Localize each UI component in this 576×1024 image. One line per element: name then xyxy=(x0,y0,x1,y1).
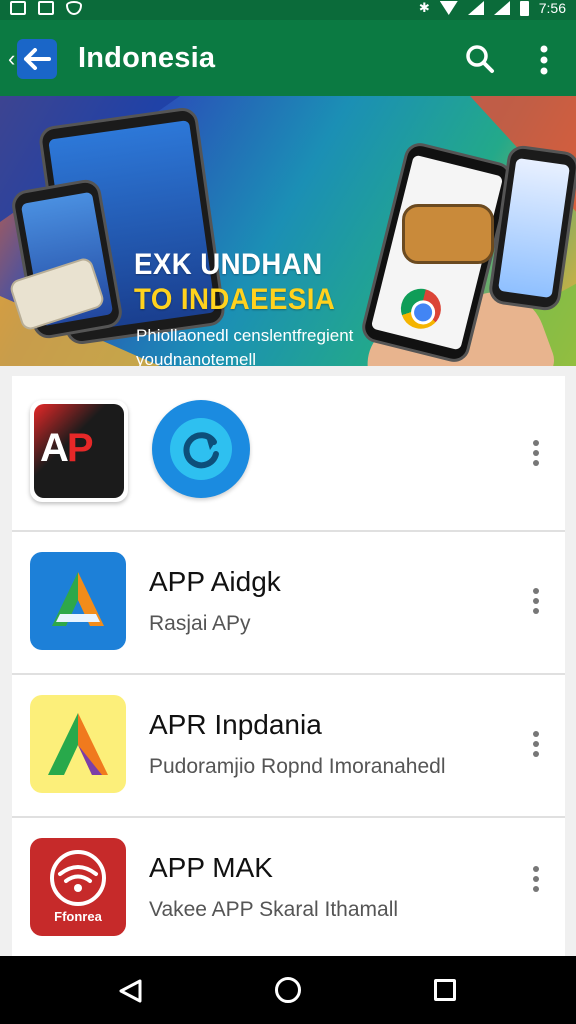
system-nav-bar xyxy=(0,956,576,1024)
search-button[interactable] xyxy=(462,42,498,78)
back-arrow-icon xyxy=(17,39,58,79)
nav-back-icon xyxy=(119,979,142,1003)
a-logo-blue-icon xyxy=(30,552,126,650)
item-menu-button[interactable] xyxy=(526,436,546,470)
chrome-logo-icon xyxy=(396,284,446,334)
wifi-icon xyxy=(439,1,458,15)
chevron-left-icon: ‹ xyxy=(8,46,16,71)
system-status: ✱ 7:56 xyxy=(419,0,566,16)
banner-subtitle: Phiollaonedl censlentfregient xyxy=(136,326,354,345)
signal-2-icon xyxy=(493,1,510,15)
wifi-logo-icon: Ffonrea xyxy=(30,838,126,936)
search-icon xyxy=(466,45,494,73)
item-menu-button[interactable] xyxy=(526,862,546,896)
promo-banner[interactable]: EXK UNDHAN TO INDAEESIA Phiollaonedl cen… xyxy=(0,96,576,366)
file-notification-icon xyxy=(38,1,54,15)
status-bar: ✱ 7:56 xyxy=(0,0,576,20)
nav-back-button[interactable] xyxy=(116,978,144,1004)
overflow-menu-button[interactable] xyxy=(530,42,558,78)
a-logo-yellow-icon xyxy=(30,695,126,793)
page-title: Indonesia xyxy=(78,42,216,74)
list-item[interactable]: Ffonrea APP MAK Vakee APP Skaral Ithamal… xyxy=(12,818,565,956)
app-bar: ‹ Indonesia xyxy=(0,20,576,96)
banner-subtitle-2: youdnanotemell xyxy=(136,350,257,366)
banner-headline-2: TO INDAEESIA xyxy=(134,283,336,316)
camera-illustration xyxy=(402,204,494,264)
back-button[interactable]: ‹ xyxy=(8,38,62,80)
item-menu-button[interactable] xyxy=(526,584,546,618)
app-subtitle: Vakee APP Skaral Ithamall xyxy=(149,898,399,921)
battery-icon xyxy=(519,0,529,16)
app-title: APR Inpdania xyxy=(149,709,322,740)
sync-icon[interactable] xyxy=(152,400,250,498)
app-title: APP MAK xyxy=(149,852,273,883)
notification-icons xyxy=(10,1,82,15)
list-item[interactable]: AP xyxy=(12,376,565,532)
list-item[interactable]: APP Aidgk Rasjai APy xyxy=(12,532,565,675)
bluetooth-icon: ✱ xyxy=(418,0,430,15)
app-subtitle: Rasjai APy xyxy=(149,612,251,635)
app-subtitle: Pudoramjio Ropnd Imoranahedl xyxy=(149,755,446,778)
gallery-notification-icon xyxy=(10,1,26,15)
nav-recent-icon[interactable] xyxy=(434,979,456,1001)
ap-logo-icon[interactable]: AP xyxy=(30,400,128,502)
item-menu-button[interactable] xyxy=(526,727,546,761)
shield-notification-icon xyxy=(66,1,82,15)
status-time: 7:56 xyxy=(538,0,566,16)
app-title: APP Aidgk xyxy=(149,566,281,597)
list-item[interactable]: APR Inpdania Pudoramjio Ropnd Imoranahed… xyxy=(12,675,565,818)
app-list: AP APP Aidgk Rasjai APy APR Inpdania Pud… xyxy=(12,376,565,956)
app-icon-label: Ffonrea xyxy=(54,909,102,924)
banner-headline: EXK UNDHAN xyxy=(134,248,323,281)
more-vert-icon xyxy=(540,45,548,75)
signal-icon xyxy=(467,1,484,15)
nav-home-icon[interactable] xyxy=(275,977,301,1003)
